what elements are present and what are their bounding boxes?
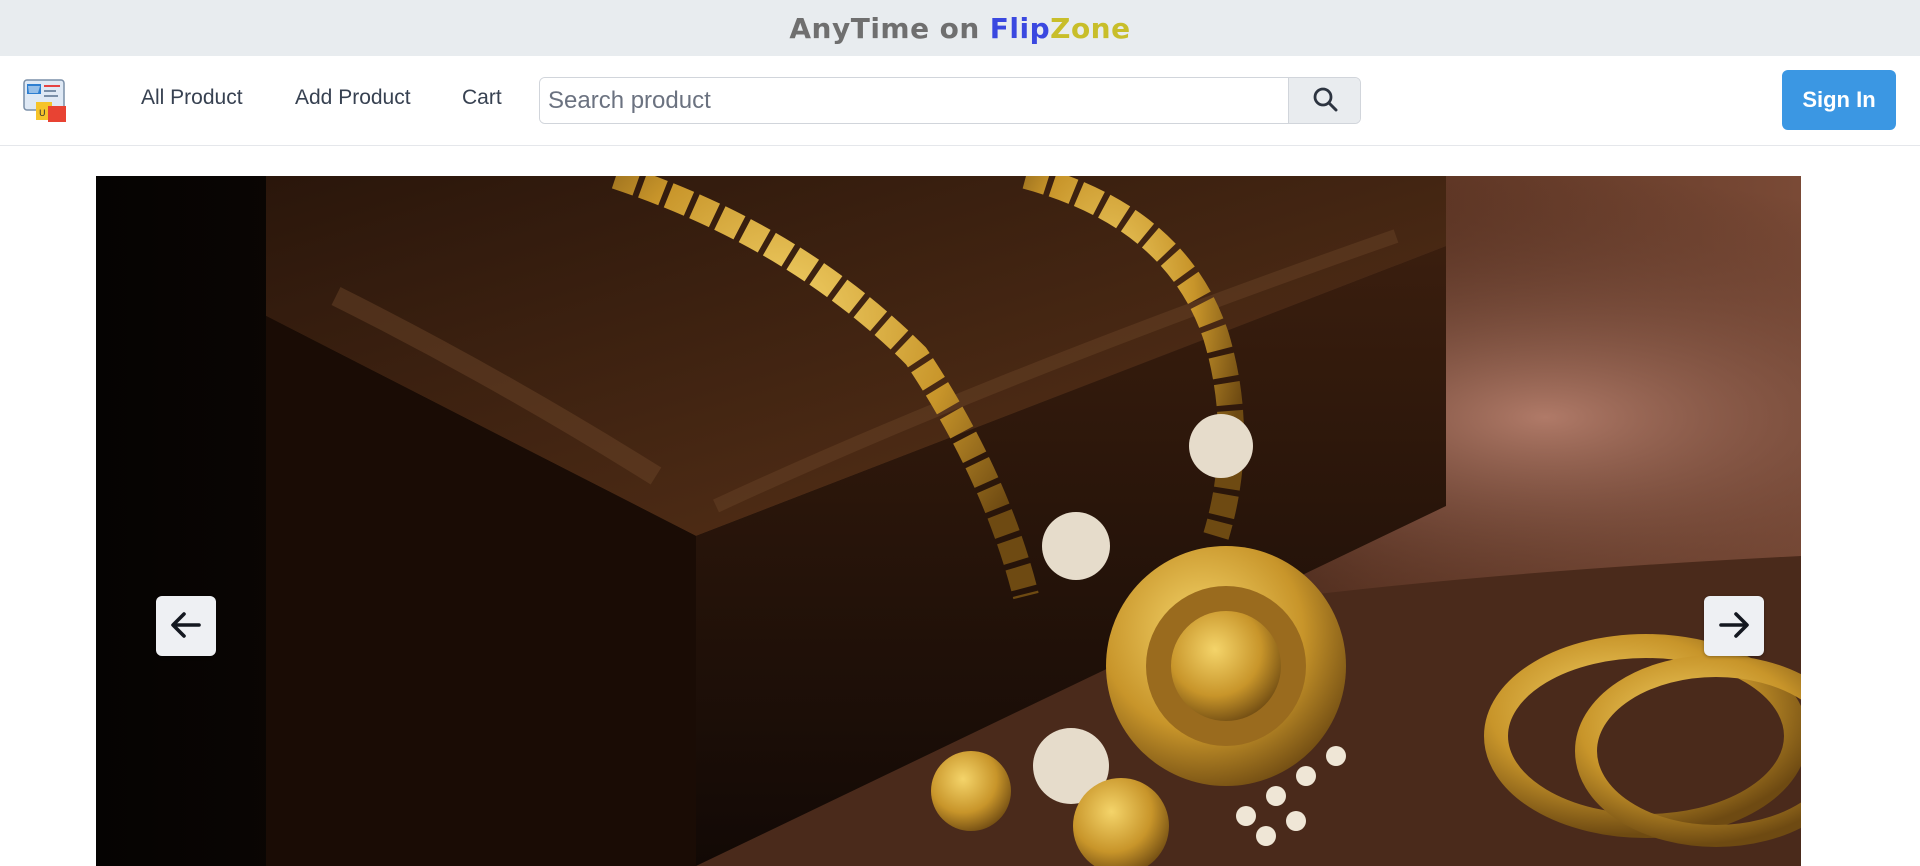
banner-flip-text: Flip [989, 11, 1051, 45]
banner-anytime-text: AnyTime [789, 11, 930, 45]
carousel-prev-button[interactable] [156, 596, 216, 656]
arrow-left-icon [169, 608, 203, 645]
search-icon [1312, 86, 1338, 115]
shopping-store-icon[interactable]: U [22, 76, 70, 124]
search-button[interactable] [1288, 78, 1360, 123]
arrow-right-icon [1717, 608, 1751, 645]
hero-carousel [96, 176, 1801, 866]
promo-banner: AnyTime on Flip Zone [0, 0, 1920, 56]
search-bar [539, 77, 1361, 124]
search-input[interactable] [540, 78, 1288, 123]
banner-on-text: on [939, 11, 980, 45]
nav-cart-link[interactable]: Cart [462, 86, 502, 110]
banner-zone-text: Zone [1050, 11, 1131, 45]
nav-add-product-link[interactable]: Add Product [295, 86, 411, 110]
sign-in-button[interactable]: Sign In [1782, 70, 1896, 130]
nav-all-product-link[interactable]: All Product [141, 86, 243, 110]
carousel-next-button[interactable] [1704, 596, 1764, 656]
main-navbar: U All Product Add Product Cart Sign In [0, 56, 1920, 146]
svg-text:U: U [39, 109, 46, 119]
gold-jewelry-banner-image [96, 176, 1801, 866]
